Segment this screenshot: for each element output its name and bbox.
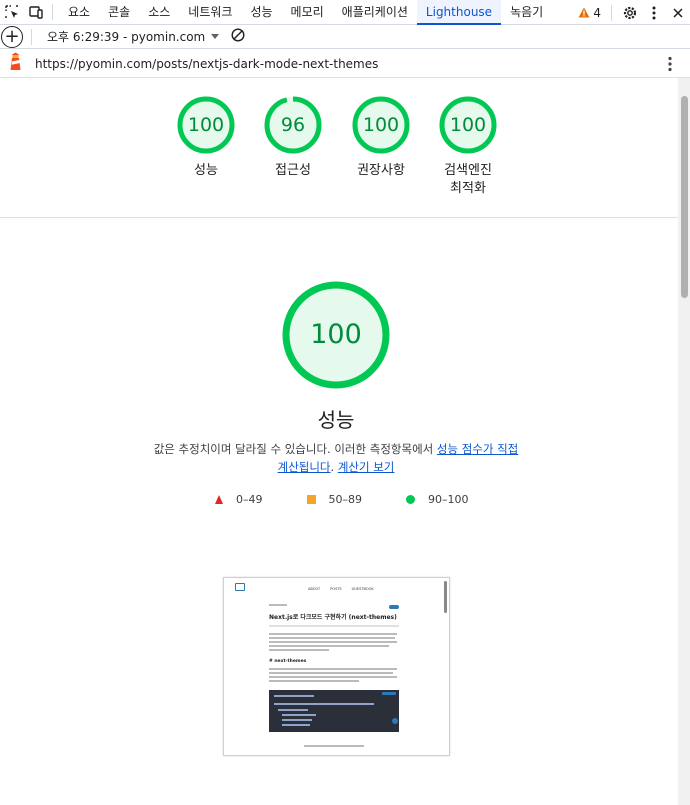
gauge-score: 100 [187,114,225,136]
thumbnail-section-heading: # next-themes [269,659,307,664]
thumbnail-text-line [269,641,397,643]
thumbnail-article: Next.js로 다크모드 구현하기 (next-themes) # next-… [269,604,399,732]
legend-pass-range: 90–100 [428,493,469,506]
performance-description: 값은 추정치이며 달라질 수 있습니다. 이러한 측정항목에서 성능 점수가 직… [150,440,522,476]
gauge-label: 권장사항 [357,163,405,178]
score-legend: 0–49 50–89 90–100 [215,493,513,506]
gauge-score: 96 [280,114,306,136]
average-square-icon [306,495,316,504]
performance-score: 100 [310,319,362,350]
thumbnail-post-title: Next.js로 다크모드 구현하기 (next-themes) [269,614,397,621]
devtools-tab-1[interactable]: 콘솔 [99,0,139,25]
thumbnail-text-line [269,637,395,639]
thumbnail-nav-guestbook: GUESTBOOK [351,587,374,591]
performance-title: 성능 [317,408,355,432]
thumbnail-text-line [269,668,397,670]
devtools-tab-strip: 요소 콘솔 소스 네트워크 성능 메모리 애플리케이션 Lighthouse 녹음기 4 [0,0,690,25]
toolbar-divider [31,28,32,45]
thumbnail-text-line [269,672,393,674]
clear-reports-icon[interactable] [231,27,245,46]
new-report-button[interactable]: + [1,25,23,48]
legend-fail-range: 0–49 [236,493,263,506]
thumbnail-scrollbar [444,581,447,613]
devtools-tab-3[interactable]: 네트워크 [179,0,241,25]
report-menu-icon[interactable] [668,56,672,76]
settings-gear-icon[interactable] [618,1,642,25]
scrollbar-thumb[interactable] [681,96,688,298]
gauge-score: 100 [449,114,487,136]
legend-average: 50–89 [306,493,363,506]
legend-fail: 0–49 [215,493,263,506]
category-gauge-1[interactable]: 96 접근성 [263,95,323,178]
description-separator: . [330,460,338,474]
more-options-icon[interactable] [642,1,666,25]
thumbnail-nav: ABOUT POSTS GUESTBOOK [308,587,374,591]
thumbnail-nav-posts: POSTS [330,587,342,591]
thumbnail-tag-badge [389,605,399,609]
gauge-label: 접근성 [275,163,311,178]
thumbnail-footer-line [304,745,364,747]
devtools-tab-4[interactable]: 성능 [241,0,281,25]
thumbnail-code-block [269,690,399,732]
thumbnail-footer [304,745,364,747]
toolbar-divider [52,4,53,20]
devtools-tab-6[interactable]: 애플리케이션 [333,0,417,25]
toolbar-divider [611,4,612,21]
report-selector[interactable]: 오후 6:29:39 - pyomin.com [47,28,220,45]
report-url: https://pyomin.com/posts/nextjs-dark-mod… [35,56,379,71]
dropdown-arrow-icon [211,34,220,39]
view-calculator-link[interactable]: 계산기 보기 [338,460,395,474]
category-gauge-0[interactable]: 100 성능 [176,95,236,178]
pass-circle-icon [406,495,415,504]
warning-icon [578,7,590,18]
final-screenshot-thumbnail[interactable]: ABOUT POSTS GUESTBOOK Next.js로 다크모드 구현하기… [223,577,450,756]
fail-triangle-icon [215,495,223,504]
thumbnail-nav-about: ABOUT [308,587,321,591]
devtools-tab-0[interactable]: 요소 [59,0,99,25]
report-url-bar: https://pyomin.com/posts/nextjs-dark-mod… [0,50,690,78]
thumbnail-text-line [269,680,359,682]
devtools-tab-7[interactable]: Lighthouse [416,0,502,25]
section-divider [0,217,678,218]
thumbnail-text-line [269,645,389,647]
plus-icon: + [4,25,20,47]
devtools-tab-5[interactable]: 메모리 [282,0,333,25]
thumbnail-rule [269,625,399,627]
thumbnail-text-line [269,649,329,651]
device-toolbar-icon[interactable] [24,0,48,24]
devtools-tab-2[interactable]: 소스 [139,0,179,25]
issues-count: 4 [593,5,601,20]
thumbnail-text-line [269,633,397,635]
lighthouse-toolbar: + 오후 6:29:39 - pyomin.com [0,25,690,49]
gauge-score: 100 [362,114,400,136]
category-gauge-3[interactable]: 100 검색엔진 최적화 [438,95,498,196]
legend-pass: 90–100 [406,493,469,506]
thumbnail-date [269,604,287,606]
report-selector-label: 오후 6:29:39 - pyomin.com [47,30,206,44]
report-scrollbar[interactable] [678,78,690,805]
description-text: 값은 추정치이며 달라질 수 있습니다. 이러한 측정항목에서 [153,442,437,456]
devtools-tab-8[interactable]: 녹음기 [501,0,552,25]
legend-average-range: 50–89 [328,493,363,506]
gauge-label: 검색엔진 최적화 [444,163,492,196]
gauge-label: 성능 [194,163,218,178]
category-gauge-2[interactable]: 100 권장사항 [351,95,411,178]
lighthouse-logo-icon [8,52,23,75]
close-devtools-icon[interactable] [666,1,690,25]
inspect-element-icon[interactable] [0,0,24,24]
panel-tabs: 요소 콘솔 소스 네트워크 성능 메모리 애플리케이션 Lighthouse 녹음기 [59,0,552,25]
site-logo-icon [235,583,245,591]
performance-gauge: 100 [281,280,391,390]
thumbnail-text-line [269,676,397,678]
issues-counter[interactable]: 4 [578,6,601,20]
